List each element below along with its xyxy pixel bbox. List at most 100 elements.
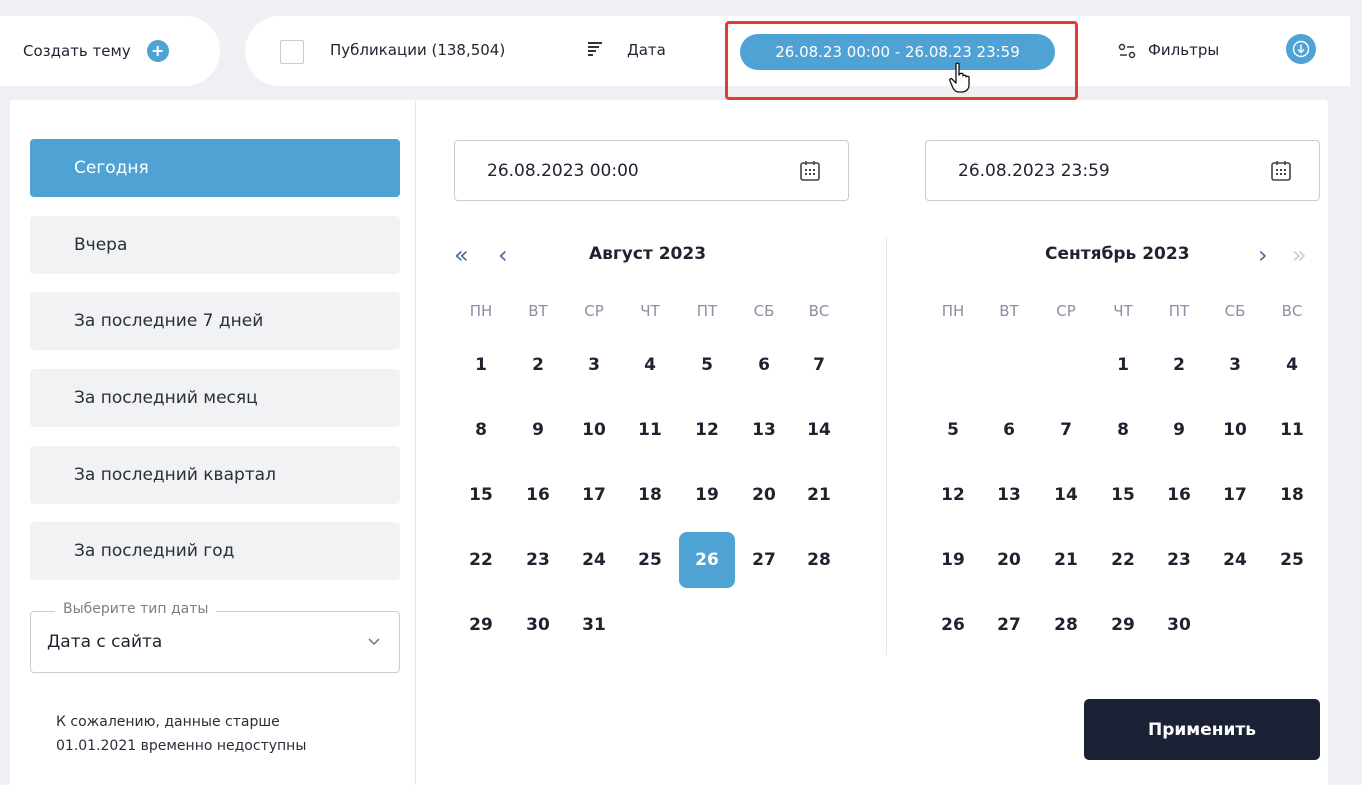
weekday-label: ПН	[469, 302, 493, 320]
preset-4[interactable]: За последний месяц	[30, 369, 400, 427]
calendar-day[interactable]: 4	[630, 345, 670, 385]
calendar-day[interactable]: 3	[574, 345, 614, 385]
publications-count: Публикации (138,504)	[330, 41, 506, 59]
next-month-icon[interactable]: ›	[1258, 243, 1268, 267]
calendar-day[interactable]: 26	[933, 605, 973, 645]
date-range-chip[interactable]: 26.08.23 00:00 - 26.08.23 23:59	[740, 34, 1055, 70]
calendar-icon[interactable]	[1269, 159, 1293, 183]
calendar-day[interactable]: 29	[461, 605, 501, 645]
preset-5[interactable]: За последний квартал	[30, 446, 400, 504]
calendar-day[interactable]: 14	[799, 410, 839, 450]
calendar-day[interactable]: 17	[574, 475, 614, 515]
calendar-day[interactable]: 16	[518, 475, 558, 515]
sort-label[interactable]: Дата	[627, 41, 666, 59]
calendar-day[interactable]: 11	[1272, 410, 1312, 450]
calendar-icon[interactable]	[798, 159, 822, 183]
preset-1[interactable]: Сегодня	[30, 139, 400, 197]
weekday-label: СБ	[1224, 302, 1246, 320]
preset-2[interactable]: Вчера	[30, 216, 400, 274]
calendar-day[interactable]: 8	[1103, 410, 1143, 450]
calendar-day[interactable]: 8	[461, 410, 501, 450]
calendar-day[interactable]: 27	[989, 605, 1029, 645]
weekday-label: СБ	[753, 302, 775, 320]
calendar-day[interactable]: 30	[1159, 605, 1199, 645]
calendar-day[interactable]: 28	[1046, 605, 1086, 645]
prev-year-icon[interactable]: «	[454, 243, 469, 267]
filters-label[interactable]: Фильтры	[1148, 41, 1219, 59]
calendar-day[interactable]: 9	[1159, 410, 1199, 450]
calendar-day[interactable]: 12	[687, 410, 727, 450]
calendar-day[interactable]: 1	[1103, 345, 1143, 385]
calendar-day[interactable]: 2	[1159, 345, 1199, 385]
calendar-day[interactable]: 4	[1272, 345, 1312, 385]
calendar-day[interactable]: 21	[799, 475, 839, 515]
weekday-label: СР	[1056, 302, 1076, 320]
weekday-label: ВС	[1281, 302, 1303, 320]
calendar-day[interactable]: 18	[1272, 475, 1312, 515]
calendar-day[interactable]: 23	[1159, 540, 1199, 580]
chevron-down-icon[interactable]	[367, 634, 381, 648]
plus-icon[interactable]: +	[146, 40, 169, 62]
calendar-day[interactable]: 13	[744, 410, 784, 450]
preset-3[interactable]: За последние 7 дней	[30, 292, 400, 350]
calendar-day[interactable]: 24	[574, 540, 614, 580]
calendar-day[interactable]: 20	[989, 540, 1029, 580]
calendar-day[interactable]: 6	[744, 345, 784, 385]
calendar-day[interactable]: 5	[933, 410, 973, 450]
calendar-day[interactable]: 30	[518, 605, 558, 645]
calendar-day[interactable]: 17	[1215, 475, 1255, 515]
date-picker-panel: Сегодня Вчера За последние 7 дней За послед…	[10, 100, 1328, 785]
calendar-day[interactable]: 31	[574, 605, 614, 645]
prev-month-icon[interactable]: ‹	[498, 243, 508, 267]
weekday-label: ПТ	[1168, 302, 1190, 320]
calendar-day[interactable]: 26	[679, 532, 735, 588]
next-year-icon: »	[1292, 241, 1307, 269]
weekday-label: СР	[584, 302, 604, 320]
start-date-input[interactable]: 26.08.2023 00:00	[454, 140, 849, 201]
calendar-day[interactable]: 28	[799, 540, 839, 580]
apply-button[interactable]: Применить	[1084, 699, 1320, 760]
calendar-day[interactable]: 14	[1046, 475, 1086, 515]
calendar-day[interactable]: 9	[518, 410, 558, 450]
calendar-day[interactable]: 11	[630, 410, 670, 450]
calendar-day[interactable]: 19	[687, 475, 727, 515]
calendar-day[interactable]: 19	[933, 540, 973, 580]
month-title-august: Август 2023	[589, 244, 707, 264]
calendar-day[interactable]: 22	[1103, 540, 1143, 580]
filters-icon[interactable]	[1118, 43, 1136, 59]
calendar-day[interactable]: 13	[989, 475, 1029, 515]
calendar-day[interactable]: 27	[744, 540, 784, 580]
calendar-day[interactable]: 12	[933, 475, 973, 515]
end-date-value: 26.08.2023 23:59	[958, 160, 1110, 181]
calendar-day[interactable]: 15	[1103, 475, 1143, 515]
calendar-day[interactable]: 29	[1103, 605, 1143, 645]
preset-6[interactable]: За последний год	[30, 522, 400, 580]
calendar-day[interactable]: 2	[518, 345, 558, 385]
date-type-select[interactable]: Выберите тип даты Дата с сайта	[30, 601, 400, 673]
calendar-day[interactable]: 21	[1046, 540, 1086, 580]
calendar-day[interactable]: 20	[744, 475, 784, 515]
calendar-day[interactable]: 22	[461, 540, 501, 580]
create-topic-pill[interactable]: Создать тему +	[0, 16, 220, 86]
select-all-checkbox[interactable]	[280, 40, 304, 64]
calendar-day[interactable]: 7	[799, 345, 839, 385]
calendar-day[interactable]: 10	[1215, 410, 1255, 450]
calendar-day[interactable]: 10	[574, 410, 614, 450]
calendar-day[interactable]: 24	[1215, 540, 1255, 580]
calendar-day[interactable]: 1	[461, 345, 501, 385]
calendar-day[interactable]: 15	[461, 475, 501, 515]
calendar-day[interactable]: 23	[518, 540, 558, 580]
calendar-day[interactable]: 18	[630, 475, 670, 515]
calendar-day[interactable]: 5	[687, 345, 727, 385]
calendar-day[interactable]: 3	[1215, 345, 1255, 385]
calendar-day[interactable]: 6	[989, 410, 1029, 450]
download-button[interactable]	[1286, 34, 1316, 64]
calendar-day[interactable]: 7	[1046, 410, 1086, 450]
end-date-input[interactable]: 26.08.2023 23:59	[925, 140, 1320, 201]
weekday-label: ВТ	[999, 302, 1019, 320]
calendar-day[interactable]: 25	[630, 540, 670, 580]
calendar-day[interactable]: 16	[1159, 475, 1199, 515]
weekday-label: ЧТ	[640, 302, 660, 320]
calendar-day[interactable]: 25	[1272, 540, 1312, 580]
sort-icon[interactable]	[588, 42, 602, 56]
